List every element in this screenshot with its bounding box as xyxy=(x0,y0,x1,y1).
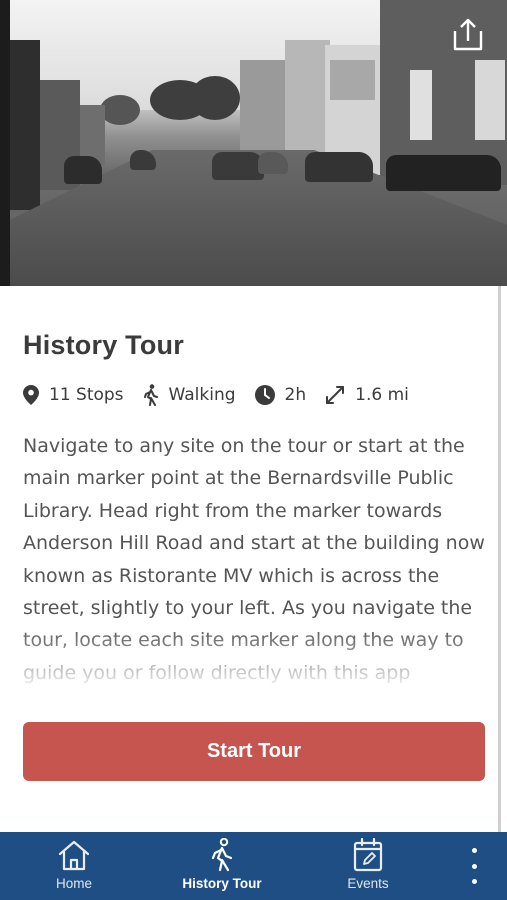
stops-info: 11 Stops xyxy=(23,385,124,405)
distance-info: 1.6 mi xyxy=(325,385,409,405)
home-icon xyxy=(58,840,90,871)
distance-label: 1.6 mi xyxy=(355,385,409,405)
nav-label-events: Events xyxy=(347,876,389,891)
tour-meta: 11 Stops Walking 2h 1.6 mi xyxy=(23,381,428,409)
walking-icon xyxy=(143,384,158,406)
walking-icon xyxy=(211,838,233,872)
tour-title: History Tour xyxy=(23,330,184,360)
more-dot-icon xyxy=(471,879,477,884)
more-dot-icon xyxy=(471,848,477,853)
nav-label-home: Home xyxy=(55,876,92,891)
tour-description: Navigate to any site on the tour or star… xyxy=(23,430,485,688)
map-pin-icon xyxy=(23,385,39,405)
duration-info: 2h xyxy=(254,385,307,405)
share-button[interactable] xyxy=(449,16,487,54)
clock-icon xyxy=(254,385,275,405)
nav-item-home[interactable]: Home xyxy=(38,832,110,900)
more-dot-icon xyxy=(471,863,477,869)
nav-item-history-tour[interactable]: History Tour xyxy=(176,832,268,900)
duration-label: 2h xyxy=(284,385,307,405)
bottom-nav: Home History Tour Events xyxy=(0,832,507,900)
start-tour-button[interactable]: Start Tour xyxy=(23,722,485,781)
nav-item-events[interactable]: Events xyxy=(334,832,402,900)
mode-info: Walking xyxy=(143,384,236,406)
stops-count: 11 Stops xyxy=(49,385,124,405)
share-icon xyxy=(453,18,483,51)
mode-label: Walking xyxy=(168,385,236,405)
scrollbar[interactable] xyxy=(498,286,501,832)
more-menu-button[interactable] xyxy=(462,848,486,884)
nav-label-history-tour: History Tour xyxy=(182,876,262,891)
calendar-icon xyxy=(353,838,383,872)
hero-image xyxy=(0,0,507,286)
distance-icon xyxy=(326,386,345,404)
